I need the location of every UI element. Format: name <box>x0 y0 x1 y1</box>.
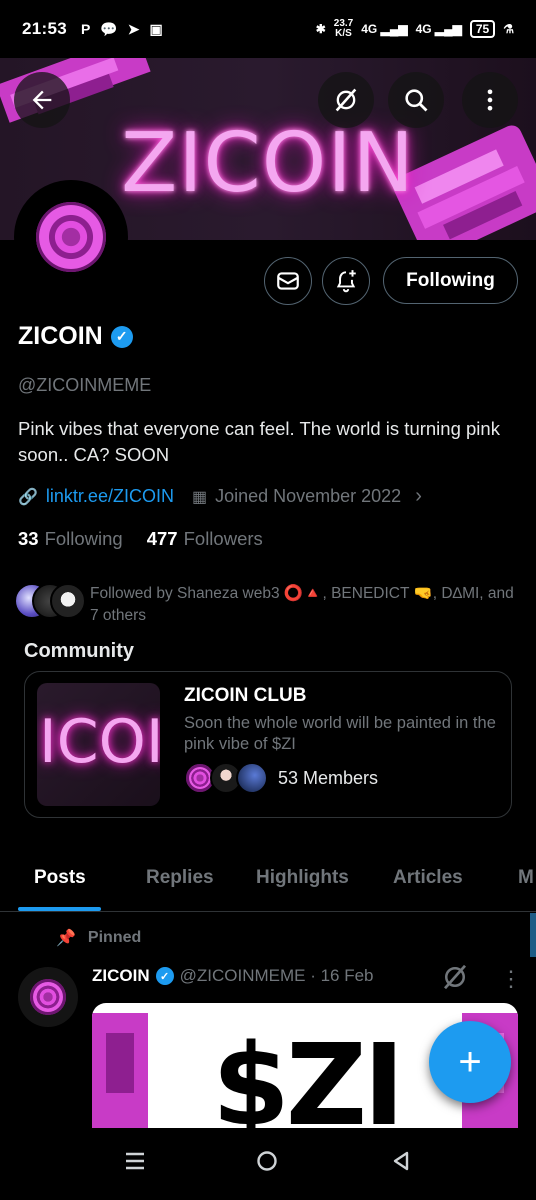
profile-avatar[interactable] <box>14 180 128 294</box>
community-thumb-text: ICOIN <box>39 707 160 777</box>
menu-lines-icon <box>126 1152 144 1170</box>
search-icon <box>405 89 428 112</box>
community-section-label: Community <box>24 640 134 662</box>
member-avatars <box>184 762 270 794</box>
pinned-label-row: 📌 Pinned <box>56 928 141 948</box>
home-circle-icon <box>257 1151 277 1171</box>
notification-icons: P 💬 ➤ ▣ <box>81 21 163 38</box>
grok-icon <box>335 88 357 112</box>
community-members: 53 Members <box>184 762 378 794</box>
network-speed: 23.7 K/S <box>334 19 353 39</box>
post-more-button[interactable]: ⋮ <box>500 966 522 992</box>
profile-bio: Pink vibes that everyone can feel. The w… <box>18 418 500 465</box>
tab-posts[interactable]: Posts <box>34 867 86 889</box>
pin-icon: 📌 <box>56 930 76 947</box>
post-grok-button[interactable] <box>440 962 470 997</box>
scroll-indicator <box>530 913 536 957</box>
member-count: 53 Members <box>278 767 379 788</box>
telegram-icon: ➤ <box>127 20 140 37</box>
tab-articles[interactable]: Articles <box>393 867 463 889</box>
back-arrow-icon <box>32 90 52 110</box>
status-time: 21:53 <box>22 19 67 38</box>
followed-by-text: Followed by Shaneza web3 ⭕🔺, BENEDICT 🤜,… <box>90 585 514 624</box>
coin-avatar-icon <box>36 202 106 272</box>
grok-button[interactable] <box>318 72 374 128</box>
community-thumbnail: ICOIN <box>37 683 160 806</box>
signal-2: 4G ▂▄▆ <box>415 22 462 36</box>
post-image-gem-left <box>92 1003 152 1128</box>
joined-date: Joined November 2022 <box>215 486 402 506</box>
chevron-right-icon[interactable]: › <box>415 485 422 508</box>
mail-icon <box>277 272 299 290</box>
status-right: ✱ 23.7 K/S 4G ▂▄▆ 4G ▂▄▆ 75 ⚗ <box>316 19 514 39</box>
search-button[interactable] <box>388 72 444 128</box>
back-nav-button[interactable] <box>390 1150 412 1177</box>
post-image-text: $ZI <box>212 1021 405 1128</box>
recent-apps-button[interactable] <box>124 1150 146 1177</box>
grok-icon <box>443 964 467 990</box>
more-button[interactable] <box>462 72 518 128</box>
flask-icon: ⚗ <box>503 22 514 36</box>
profile-tabs: Posts Replies Highlights Articles M <box>0 855 536 912</box>
pinned-label: Pinned <box>87 929 142 946</box>
bluetooth-icon: ✱ <box>315 22 326 36</box>
speed-unit: K/S <box>335 28 352 39</box>
link-icon: 🔗 <box>18 488 38 506</box>
followers-count-link[interactable]: 477 Followers <box>147 528 263 550</box>
community-card[interactable]: ICOIN ZICOIN CLUB Soon the whole world w… <box>24 671 512 818</box>
network-label-1: 4G <box>361 22 378 36</box>
tab-replies[interactable]: Replies <box>146 867 214 889</box>
post-header: ZICOIN ✓ @ZICOINMEME · 16 Feb <box>92 966 374 986</box>
post-avatar[interactable] <box>18 967 78 1027</box>
following-count: 33 <box>18 528 39 549</box>
tab-highlights[interactable]: Highlights <box>256 867 349 889</box>
avatar <box>50 583 86 619</box>
p-icon: P <box>80 20 91 37</box>
calendar-icon: ▦ <box>191 488 208 506</box>
followed-by-avatars <box>14 583 86 619</box>
active-tab-indicator <box>18 907 101 911</box>
verified-badge-icon: ✓ <box>110 325 133 348</box>
followers-count: 477 <box>146 528 178 549</box>
notify-button[interactable] <box>322 257 370 305</box>
post-author-name[interactable]: ZICOIN <box>92 966 150 986</box>
profile-name-row: ZICOIN ✓ <box>18 322 133 351</box>
system-nav-bar <box>0 1128 536 1200</box>
compose-button[interactable]: + <box>429 1021 511 1103</box>
back-button[interactable] <box>14 72 70 128</box>
community-description: Soon the whole world will be painted in … <box>184 714 496 753</box>
profile-handle: @ZICOINMEME <box>18 375 152 395</box>
home-button[interactable] <box>256 1150 278 1177</box>
followers-count-label: Followers <box>183 528 263 549</box>
coin-avatar-icon <box>30 979 66 1015</box>
back-triangle-icon <box>393 1151 409 1171</box>
status-bar: 21:53 P 💬 ➤ ▣ ✱ 23.7 K/S 4G ▂▄▆ 4G ▂▄▆ 7… <box>0 0 536 58</box>
message-button[interactable] <box>264 257 312 305</box>
avatar <box>236 762 268 794</box>
chat-icon: 💬 <box>100 20 118 37</box>
following-count-label: Following <box>44 528 123 549</box>
signal-1: 4G ▂▄▆ <box>361 22 408 36</box>
tab-media[interactable]: M <box>518 867 534 889</box>
network-label-2: 4G <box>415 22 432 36</box>
community-title: ZICOIN CLUB <box>184 685 307 706</box>
following-count-link[interactable]: 33 Following <box>18 528 123 550</box>
verified-badge-icon: ✓ <box>155 967 174 985</box>
bell-plus-icon <box>336 270 356 293</box>
profile-link[interactable]: linktr.ee/ZICOIN <box>46 486 174 507</box>
battery-icon: 75 <box>469 20 496 38</box>
follow-counts: 33 Following 477 Followers <box>18 528 263 550</box>
profile-meta: 🔗 linktr.ee/ZICOIN ▦ Joined November 202… <box>18 485 422 508</box>
post-handle-date: @ZICOINMEME · 16 Feb <box>179 966 374 985</box>
following-button[interactable]: Following <box>383 257 518 304</box>
more-vertical-icon <box>487 89 493 111</box>
followed-by[interactable]: Followed by Shaneza web3 ⭕🔺, BENEDICT 🤜,… <box>14 583 520 627</box>
gallery-icon: ▣ <box>149 20 163 37</box>
profile-name: ZICOIN <box>18 322 103 350</box>
